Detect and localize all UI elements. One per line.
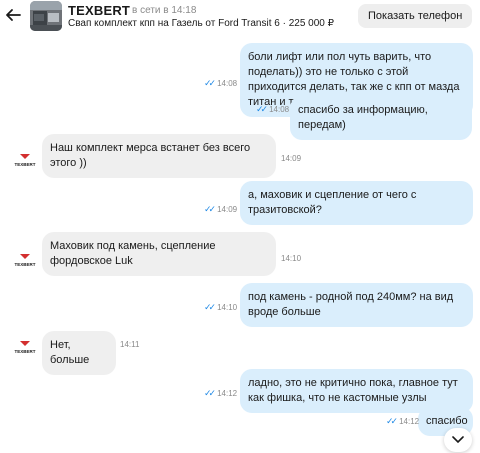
- timestamp-text: 14:12: [399, 417, 420, 426]
- outgoing-message[interactable]: спасибо за информацию, передам): [290, 96, 472, 140]
- incoming-message[interactable]: Нет, больше: [42, 331, 116, 375]
- timestamp-text: 14:11: [120, 340, 140, 349]
- arrow-left-icon[interactable]: [4, 6, 22, 24]
- message-timestamp: ✓✓ 14:12: [204, 388, 237, 399]
- read-check-icon: ✓✓: [204, 388, 216, 398]
- outgoing-message[interactable]: под камень - родной под 240мм? на вид вр…: [240, 283, 473, 327]
- svg-text:TEXBERT: TEXBERT: [14, 349, 35, 354]
- message-timestamp: ✓✓ 14:09: [204, 204, 237, 215]
- outgoing-message[interactable]: а, маховик и сцепление от чего с тразито…: [240, 181, 473, 225]
- svg-text:TEXBERT: TEXBERT: [14, 162, 35, 167]
- timestamp-text: 14:10: [217, 303, 238, 312]
- read-check-icon: ✓✓: [386, 416, 398, 426]
- svg-text:TEXBERT: TEXBERT: [14, 262, 35, 267]
- incoming-message[interactable]: Наш комплект мерса встанет без всего это…: [42, 134, 276, 178]
- avatar[interactable]: TEXBERT: [14, 154, 36, 168]
- message-timestamp: 14:11: [120, 340, 139, 349]
- message-timestamp: ✓✓ 14:10: [204, 302, 237, 313]
- message-timestamp: ✓✓ 14:12: [386, 416, 419, 427]
- listing-thumbnail[interactable]: [30, 1, 62, 31]
- listing-title[interactable]: Свап комплект кпп на Газель от Ford Tran…: [68, 18, 334, 29]
- timestamp-text: 14:08: [269, 105, 290, 114]
- timestamp-text: 14:08: [217, 79, 238, 88]
- avatar[interactable]: TEXBERT: [14, 254, 36, 268]
- avatar[interactable]: TEXBERT: [14, 341, 36, 355]
- read-check-icon: ✓✓: [204, 78, 216, 88]
- seller-name[interactable]: TEXBERT: [68, 3, 130, 18]
- read-check-icon: ✓✓: [204, 302, 216, 312]
- show-phone-button[interactable]: Показать телефон: [358, 4, 473, 28]
- incoming-message[interactable]: Маховик под камень, сцепление фордовское…: [42, 232, 276, 276]
- timestamp-text: 14:09: [217, 205, 238, 214]
- read-check-icon: ✓✓: [204, 204, 216, 214]
- read-check-icon: ✓✓: [256, 104, 268, 114]
- chat-header: TEXBERT в сети в 14:18 Свап комплект кпп…: [0, 0, 480, 34]
- chevron-down-icon: [452, 436, 464, 444]
- scroll-down-button[interactable]: [444, 428, 472, 452]
- message-timestamp: ✓✓ 14:08: [204, 78, 237, 89]
- timestamp-text: 14:12: [217, 389, 238, 398]
- timestamp-text: 14:09: [281, 154, 302, 163]
- message-timestamp: ✓✓ 14:08: [256, 104, 289, 115]
- timestamp-text: 14:10: [281, 254, 302, 263]
- seller-status: в сети в 14:18: [132, 5, 197, 16]
- message-timestamp: 14:10: [281, 254, 301, 263]
- message-timestamp: 14:09: [281, 154, 301, 163]
